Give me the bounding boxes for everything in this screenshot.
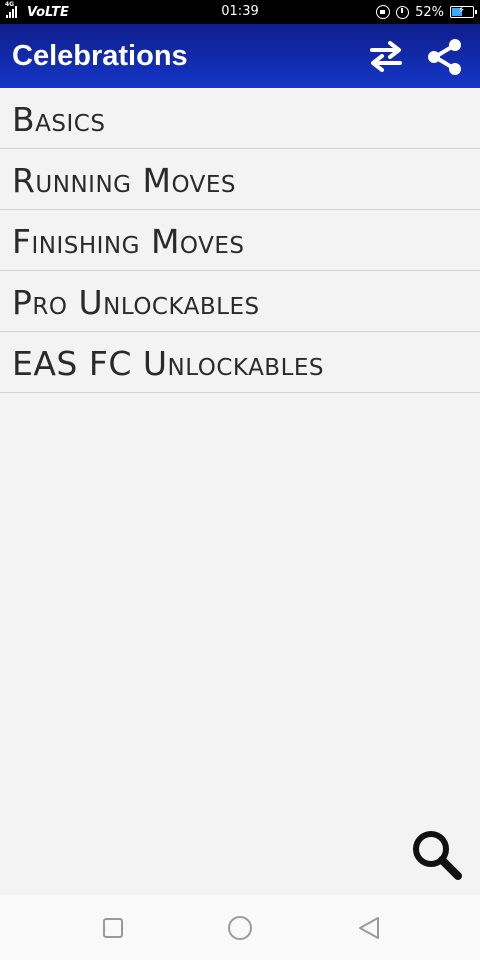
back-button[interactable] xyxy=(356,915,382,941)
home-circle-icon xyxy=(228,916,252,940)
app-bar: Celebrations xyxy=(0,24,480,88)
recents-square-icon xyxy=(103,918,123,938)
list-item-pro-unlockables[interactable]: Pro Unlockables xyxy=(0,271,480,332)
status-right: 52% ⚡ xyxy=(376,4,477,20)
alarm-icon xyxy=(396,5,410,19)
rotation-lock-icon xyxy=(376,5,391,19)
system-nav-bar xyxy=(0,895,480,960)
back-triangle-icon xyxy=(359,917,379,939)
charging-bolt-icon: ⚡ xyxy=(458,5,466,16)
list-item-eas-fc-unlockables[interactable]: EAS FC Unlockables xyxy=(0,332,480,393)
home-button[interactable] xyxy=(227,915,253,941)
list-item-running-moves[interactable]: Running Moves xyxy=(0,149,480,210)
share-icon xyxy=(428,39,461,75)
search-icon xyxy=(413,831,462,880)
list-item-basics[interactable]: Basics xyxy=(0,88,480,149)
battery-icon: ⚡ xyxy=(450,5,477,18)
list-item-label: Basics xyxy=(12,100,106,139)
status-bar: 4G VoLTE 01:39 52% ⚡ xyxy=(0,0,480,24)
swap-arrows-icon xyxy=(370,41,402,72)
list-item-finishing-moves[interactable]: Finishing Moves xyxy=(0,210,480,271)
swap-button[interactable] xyxy=(366,39,406,73)
search-button[interactable] xyxy=(408,826,464,882)
list-item-label: Finishing Moves xyxy=(12,222,245,261)
share-button[interactable] xyxy=(424,37,466,77)
list-item-label: Pro Unlockables xyxy=(12,283,260,322)
list-item-label: Running Moves xyxy=(12,161,237,200)
battery-percent: 52% xyxy=(415,4,444,20)
category-list: Basics Running Moves Finishing Moves Pro… xyxy=(0,88,480,393)
list-item-label: EAS FC Unlockables xyxy=(12,344,325,383)
recents-button[interactable] xyxy=(100,915,126,941)
page-title: Celebrations xyxy=(12,40,188,72)
